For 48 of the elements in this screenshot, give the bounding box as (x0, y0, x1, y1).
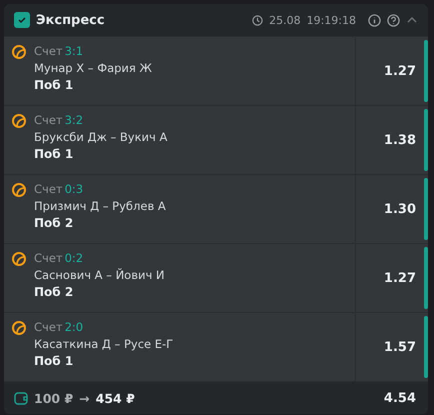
express-title: Экспресс (36, 12, 106, 28)
accent-bar (424, 316, 428, 378)
odds: 1.27 (384, 64, 416, 78)
score: 0:3 (64, 182, 84, 196)
tennis-ball-icon (12, 321, 26, 335)
accent-bar (424, 109, 428, 171)
outcome: Поб 1 (34, 354, 74, 368)
score: 3:2 (64, 113, 84, 127)
outcome: Поб 2 (34, 216, 74, 230)
match-name: Саснович А – Йович И (34, 268, 165, 282)
check-icon (17, 15, 27, 25)
payout: 454 ₽ (96, 390, 136, 406)
accent-bar (424, 178, 428, 240)
accent-bar (424, 247, 428, 309)
total-odds: 4.54 (384, 390, 416, 406)
tennis-ball-icon (12, 114, 26, 128)
match-name: Касаткина Д – Русе Е-Г (34, 337, 174, 351)
arrow: → (79, 390, 90, 406)
wallet-icon (14, 392, 28, 404)
score-label: Счет (34, 113, 63, 127)
clock-icon (252, 14, 264, 26)
score-label: Счет (34, 182, 63, 196)
tennis-ball-icon (12, 252, 26, 266)
outcome: Поб 1 (34, 147, 74, 161)
match-name: Бруксби Дж – Вукич А (34, 130, 168, 144)
tennis-ball-icon (12, 45, 26, 59)
score: 0:2 (64, 251, 84, 265)
score-label: Счет (34, 44, 63, 58)
odds: 1.30 (384, 202, 416, 216)
time: 19:19:18 (306, 14, 356, 26)
score: 2:0 (64, 320, 84, 334)
outcome: Поб 1 (34, 78, 74, 92)
date: 25.08 (269, 14, 301, 26)
score: 3:1 (64, 44, 84, 58)
odds: 1.27 (384, 270, 416, 286)
odds: 1.57 (384, 340, 416, 354)
score-label: Счет (34, 320, 63, 334)
score-label: Счет (34, 251, 63, 265)
info-icon[interactable] (368, 14, 381, 26)
checkbox[interactable] (14, 12, 30, 28)
match-name: Призмич Д – Рублев А (34, 199, 166, 213)
odds: 1.38 (384, 132, 416, 148)
outcome: Поб 2 (34, 285, 74, 299)
accent-bar (424, 40, 428, 102)
stake: 100 ₽ (34, 390, 74, 406)
tennis-ball-icon (12, 183, 26, 197)
match-name: Мунар Х – Фария Ж (34, 61, 152, 75)
help-icon[interactable] (387, 14, 400, 26)
